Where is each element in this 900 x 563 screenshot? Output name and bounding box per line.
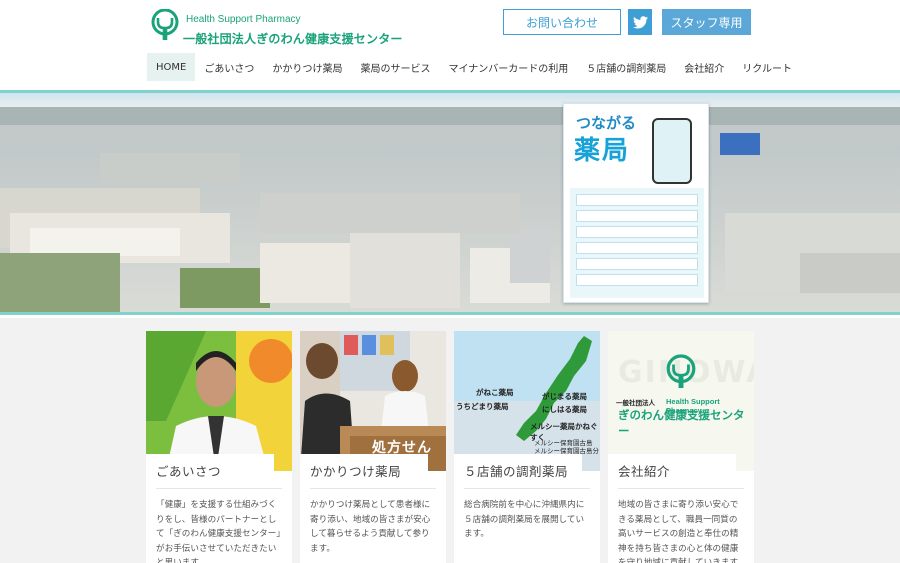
brand-japanese-name[interactable]: 一般社団法人ぎのわん健康支援センター <box>183 30 403 47</box>
nav-item-services[interactable]: 薬局のサービス <box>351 53 439 81</box>
card-company[interactable]: GINOWAN Health Support Pharmacy 一般社団法人 ぎ… <box>608 331 754 563</box>
nav-item-recruit[interactable]: リクルート <box>733 53 801 81</box>
hero-banner: つながる 薬局 <box>0 90 900 315</box>
main-nav: HOME ごあいさつ かかりつけ薬局 薬局のサービス マイナンバーカードの利用 … <box>147 53 801 81</box>
divider <box>310 488 436 489</box>
company-logo-jp-small: 一般社団法人 <box>616 399 655 407</box>
card-greeting-title[interactable]: ごあいさつ <box>156 461 221 480</box>
connected-pharmacy-poster[interactable]: つながる 薬局 <box>563 103 709 303</box>
poster-info-row <box>576 258 698 270</box>
map-label-gajimaru: がじまる薬局 <box>542 392 587 401</box>
card-greeting[interactable]: ごあいさつ 「健康」を支援する仕組みづくりをし、皆様のパートナーとして「ぎのわん… <box>146 331 292 563</box>
poster-info-row <box>576 226 698 238</box>
card-family-pharmacy-text: かかりつけ薬局として患者様に寄り添い、地域の皆さまが安心して暮らせるよう貢献して… <box>310 500 431 554</box>
card-family-pharmacy[interactable]: 処方せん受 かかりつけ薬局 かかりつけ薬局として患者様に寄り添い、地域の皆さまが… <box>300 331 446 563</box>
twitter-bird-icon <box>632 15 648 28</box>
city-aerial-photo <box>0 93 900 312</box>
company-logo-jp: ぎのわん健康支援センター <box>618 408 745 438</box>
card-five-pharmacies-image: がねこ薬局 がじまる薬局 うちどまり薬局 にしはる薬局 メルシー薬局かねぐすく … <box>454 331 600 471</box>
card-company-title[interactable]: 会社紹介 <box>618 461 670 480</box>
nav-item-family-pharmacy[interactable]: かかりつけ薬局 <box>263 53 351 81</box>
poster-info-row <box>576 274 698 286</box>
card-five-pharmacies[interactable]: がねこ薬局 がじまる薬局 うちどまり薬局 にしはる薬局 メルシー薬局かねぐすく … <box>454 331 600 563</box>
card-company-image: GINOWAN Health Support Pharmacy 一般社団法人 ぎ… <box>608 331 754 471</box>
nav-item-five-pharmacies[interactable]: ５店舗の調剤薬局 <box>577 53 675 81</box>
divider <box>464 488 590 489</box>
card-company-text: 地域の皆さまに寄り添い安心できる薬局として、職員一同質の高いサービスの創造と奉仕… <box>618 500 746 563</box>
card-family-pharmacy-title[interactable]: かかりつけ薬局 <box>310 461 401 480</box>
pharmacy-logo-icon[interactable] <box>150 9 180 41</box>
staff-only-button[interactable]: スタッフ専用 <box>662 9 751 35</box>
card-greeting-image <box>146 331 292 471</box>
nav-item-home[interactable]: HOME <box>147 53 196 81</box>
contact-button[interactable]: お問い合わせ <box>503 9 621 35</box>
card-greeting-text: 「健康」を支援する仕組みづくりをし、皆様のパートナーとして「ぎのわん健康支援セン… <box>156 500 281 563</box>
nav-item-company[interactable]: 会社紹介 <box>675 53 733 81</box>
pharmacy-logo-icon <box>666 354 696 388</box>
divider <box>156 488 282 489</box>
card-five-pharmacies-text: 総合病院前を中心に沖縄県内に５店舗の調剤薬局を展開しています。 <box>464 500 585 539</box>
smartphone-icon <box>652 118 692 184</box>
divider <box>618 488 744 489</box>
twitter-button[interactable] <box>628 9 652 35</box>
content-section: ごあいさつ 「健康」を支援する仕組みづくりをし、皆様のパートナーとして「ぎのわん… <box>0 318 900 563</box>
poster-info-row <box>576 210 698 222</box>
poster-info-row <box>576 242 698 254</box>
map-label-uchidomari: うちどまり薬局 <box>456 402 509 411</box>
map-label-ganeko: がねこ薬局 <box>476 388 514 397</box>
card-five-pharmacies-title[interactable]: ５店舗の調剤薬局 <box>464 461 568 480</box>
map-label-nishiharu: にしはる薬局 <box>542 405 587 414</box>
nav-item-greeting[interactable]: ごあいさつ <box>195 53 263 81</box>
site-header: Health Support Pharmacy 一般社団法人ぎのわん健康支援セン… <box>0 0 900 52</box>
nav-item-my-number-card[interactable]: マイナンバーカードの利用 <box>439 53 577 81</box>
poster-info-row <box>576 194 698 206</box>
poster-body <box>570 188 704 298</box>
poster-title-big: 薬局 <box>574 136 631 166</box>
card-family-pharmacy-image: 処方せん受 <box>300 331 446 471</box>
brand-english-name[interactable]: Health Support Pharmacy <box>186 14 301 25</box>
